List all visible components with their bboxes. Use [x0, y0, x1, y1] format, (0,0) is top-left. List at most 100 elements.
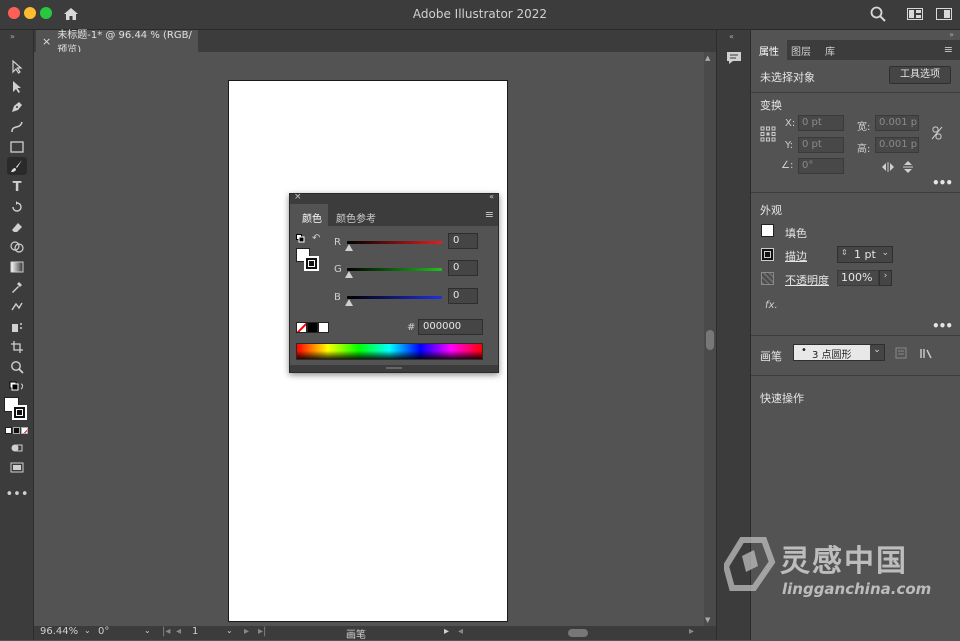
screen-mode-icon[interactable]: [7, 458, 27, 476]
color-mode-buttons[interactable]: [5, 427, 29, 435]
channel-g-thumb[interactable]: [345, 271, 353, 278]
default-colors-icon[interactable]: [7, 378, 27, 396]
tool-options-button[interactable]: 工具选项: [889, 66, 951, 84]
tab-properties[interactable]: 属性: [751, 40, 787, 60]
fill-swatch[interactable]: [761, 224, 774, 237]
panel-menu-icon[interactable]: ≡: [944, 43, 953, 56]
symbol-sprayer-tool-icon[interactable]: [7, 318, 27, 336]
rotation-value[interactable]: 0°: [98, 626, 109, 637]
hex-input[interactable]: 000000: [418, 319, 483, 335]
angle-input[interactable]: 0°: [798, 158, 844, 174]
collapse-panel-icon[interactable]: «: [489, 192, 494, 201]
width-input[interactable]: 0.001 p: [875, 115, 919, 131]
black-swatch[interactable]: [307, 322, 318, 333]
artboard-dropdown-icon[interactable]: ⌄: [226, 626, 233, 635]
opacity-label[interactable]: 不透明度: [785, 272, 829, 288]
zoom-dropdown-icon[interactable]: ⌄: [84, 626, 91, 635]
next-artboard-icon[interactable]: ▸: [244, 626, 249, 637]
tab-libraries[interactable]: 库: [825, 43, 835, 58]
edit-toolbar-more-icon[interactable]: •••: [6, 485, 29, 503]
first-artboard-icon[interactable]: |◂: [162, 626, 170, 637]
workspace-layout-icon[interactable]: [907, 8, 923, 23]
type-tool-icon[interactable]: T: [7, 178, 27, 196]
default-fill-stroke-icon[interactable]: [296, 234, 306, 247]
brush-options-icon[interactable]: [895, 347, 907, 362]
y-input[interactable]: 0 pt: [798, 137, 844, 153]
shape-builder-tool-icon[interactable]: [7, 238, 27, 256]
stroke-label[interactable]: 描边: [785, 248, 807, 264]
channel-r-slider[interactable]: [347, 241, 442, 244]
channel-b-input[interactable]: 0: [448, 288, 478, 304]
swap-fill-stroke-icon[interactable]: ↶: [312, 233, 320, 244]
tab-color-guide[interactable]: 颜色参考: [330, 204, 382, 226]
height-input[interactable]: 0.001 p: [875, 137, 919, 153]
paintbrush-tool-icon[interactable]: [7, 157, 27, 175]
zoom-tool-icon[interactable]: [7, 358, 27, 376]
rectangle-tool-icon[interactable]: [7, 138, 27, 156]
rotate-tool-icon[interactable]: [7, 198, 27, 216]
rotation-dropdown-icon[interactable]: ⌄: [144, 626, 151, 635]
selection-tool-icon[interactable]: [7, 58, 27, 76]
transform-more-icon[interactable]: •••: [932, 176, 953, 190]
fill-stroke-indicator[interactable]: [296, 248, 320, 272]
vertical-scrollbar[interactable]: ▲ ▼: [704, 52, 716, 626]
panel-toggle-icon[interactable]: [936, 8, 952, 23]
blend-tool-icon[interactable]: [7, 298, 27, 316]
stepper-icon[interactable]: ⇕: [841, 248, 848, 257]
scrollbar-thumb[interactable]: [706, 330, 714, 350]
artboard-tool-icon[interactable]: [7, 338, 27, 356]
x-input[interactable]: 0 pt: [798, 115, 844, 131]
opacity-input[interactable]: 100%: [837, 270, 879, 286]
channel-g-slider[interactable]: [347, 268, 442, 271]
white-swatch[interactable]: [318, 322, 329, 333]
scroll-up-icon[interactable]: ▲: [705, 54, 710, 62]
fill-label[interactable]: 填色: [785, 225, 807, 241]
fx-icon[interactable]: fx.: [765, 300, 778, 311]
tab-layers[interactable]: 图层: [791, 43, 811, 58]
search-icon[interactable]: [869, 5, 887, 26]
eraser-tool-icon[interactable]: [7, 218, 27, 236]
scroll-left-icon[interactable]: ◂: [458, 626, 463, 637]
brush-dropdown-icon[interactable]: ⌄: [870, 345, 884, 360]
direct-selection-tool-icon[interactable]: [7, 78, 27, 96]
last-artboard-icon[interactable]: ▸|: [258, 626, 266, 637]
document-tab[interactable]: × 未标题-1* @ 96.44 % (RGB/预览): [36, 30, 198, 56]
flip-vertical-icon[interactable]: [903, 160, 913, 177]
pen-tool-icon[interactable]: [7, 98, 27, 116]
eyedropper-tool-icon[interactable]: [7, 278, 27, 296]
collapse-props-icon[interactable]: »: [949, 30, 954, 39]
color-spectrum[interactable]: [296, 343, 483, 360]
channel-b-thumb[interactable]: [345, 299, 353, 306]
status-menu-icon[interactable]: ▸: [444, 626, 449, 637]
channel-g-input[interactable]: 0: [448, 260, 478, 276]
zoom-level[interactable]: 96.44%: [40, 626, 78, 637]
gradient-tool-icon[interactable]: [7, 258, 27, 276]
brush-libraries-icon[interactable]: [919, 347, 933, 362]
panel-drag-bar[interactable]: × «: [290, 192, 498, 204]
channel-r-thumb[interactable]: [345, 244, 353, 251]
collapse-toolbar-icon[interactable]: »: [10, 32, 15, 41]
curvature-tool-icon[interactable]: [7, 118, 27, 136]
stroke-swatch[interactable]: [761, 248, 774, 261]
expand-dock-icon[interactable]: «: [729, 32, 734, 41]
fill-stroke-swatch[interactable]: [4, 397, 30, 423]
close-panel-icon[interactable]: ×: [294, 192, 302, 202]
artboard-number[interactable]: 1: [192, 626, 198, 637]
constrain-proportions-icon[interactable]: [931, 126, 943, 143]
horizontal-scroll-thumb[interactable]: [568, 629, 588, 637]
draw-mode-icon[interactable]: [7, 439, 27, 457]
channel-b-slider[interactable]: [347, 296, 442, 299]
stroke-weight-value[interactable]: 1 pt: [854, 248, 876, 261]
previous-artboard-icon[interactable]: ◂: [176, 626, 181, 637]
appearance-more-icon[interactable]: •••: [932, 319, 953, 333]
scroll-right-icon[interactable]: ▸: [689, 626, 694, 637]
scroll-down-icon[interactable]: ▼: [705, 616, 710, 624]
tab-color[interactable]: 颜色: [290, 204, 328, 226]
stroke-weight-dropdown-icon[interactable]: ⌄: [881, 248, 889, 258]
close-document-icon[interactable]: ×: [42, 35, 51, 48]
opacity-dropdown-icon[interactable]: ›: [879, 270, 892, 286]
reference-point-icon[interactable]: [760, 126, 776, 145]
flip-horizontal-icon[interactable]: [881, 162, 895, 175]
panel-menu-icon[interactable]: ≡: [485, 208, 494, 221]
channel-r-input[interactable]: 0: [448, 233, 478, 249]
